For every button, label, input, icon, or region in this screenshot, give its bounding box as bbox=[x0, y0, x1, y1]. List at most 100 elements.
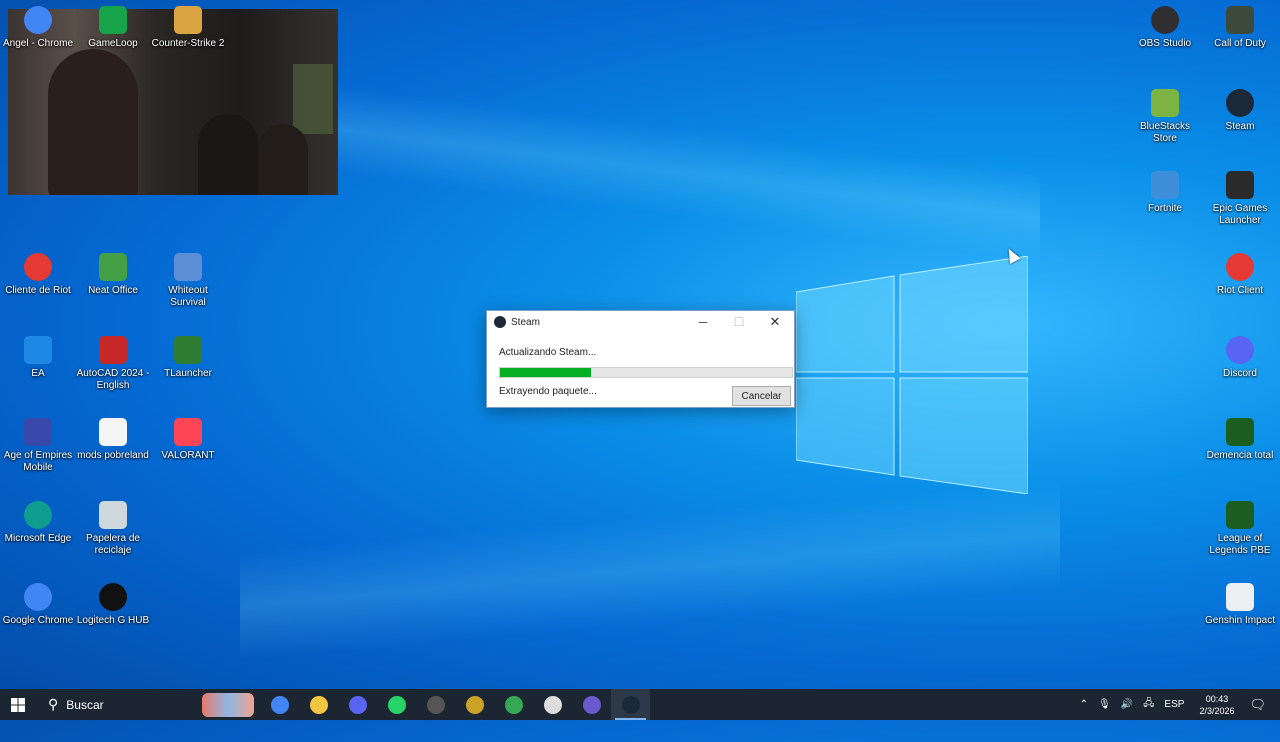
desktop-shortcut[interactable]: Counter-Strike 2 bbox=[150, 6, 226, 50]
taskbar-app-file-explorer[interactable] bbox=[299, 689, 338, 720]
desktop-shortcut[interactable]: League of Legends PBE bbox=[1202, 501, 1278, 557]
taskbar-app-game[interactable] bbox=[455, 689, 494, 720]
desktop-shortcut-label: Genshin Impact bbox=[1204, 615, 1276, 626]
ea-icon bbox=[24, 336, 52, 364]
search-highlight-image bbox=[202, 693, 254, 717]
lol-icon bbox=[1226, 418, 1254, 446]
progress-bar bbox=[499, 367, 793, 378]
desktop-shortcut[interactable]: Riot Client bbox=[1202, 253, 1278, 297]
desktop-shortcut[interactable]: Call of Duty bbox=[1202, 6, 1278, 50]
genshin-icon bbox=[1226, 583, 1254, 611]
desktop-shortcut[interactable]: Discord bbox=[1202, 336, 1278, 380]
desktop-shortcut[interactable]: Papelera de reciclaje bbox=[75, 501, 151, 557]
clock-time: 00:43 bbox=[1205, 693, 1229, 704]
epic-icon bbox=[1226, 171, 1254, 199]
desktop-shortcut-label: AutoCAD 2024 - English bbox=[76, 368, 150, 391]
desktop-shortcut-label: Google Chrome bbox=[2, 615, 74, 626]
steam-update-dialog: Steam ─ ☐ ✕ Actualizando Steam... Extray… bbox=[486, 310, 795, 408]
taskbar-app-discord[interactable] bbox=[338, 689, 377, 720]
minimize-button[interactable]: ─ bbox=[685, 311, 721, 333]
desktop-shortcut[interactable]: Logitech G HUB bbox=[75, 583, 151, 627]
desktop-shortcut[interactable]: Cliente de Riot bbox=[0, 253, 76, 297]
desktop-shortcut[interactable]: Epic Games Launcher bbox=[1202, 171, 1278, 227]
desktop-shortcut[interactable]: Genshin Impact bbox=[1202, 583, 1278, 627]
desktop-shortcut[interactable]: Google Chrome bbox=[0, 583, 76, 627]
edge-icon bbox=[24, 501, 52, 529]
desktop-shortcut-label: mods pobreland bbox=[77, 450, 149, 461]
desktop-shortcut[interactable]: mods pobreland bbox=[75, 418, 151, 462]
desktop-shortcut[interactable]: Fortnite bbox=[1127, 171, 1203, 215]
close-button[interactable]: ✕ bbox=[757, 311, 793, 333]
steam-icon bbox=[1226, 89, 1254, 117]
riot-icon bbox=[24, 253, 52, 281]
neat-office-icon bbox=[99, 253, 127, 281]
desktop-shortcut-label: Neat Office bbox=[88, 285, 138, 296]
taskbar-app-chrome[interactable] bbox=[260, 689, 299, 720]
desktop-shortcut[interactable]: BlueStacks Store bbox=[1127, 89, 1203, 145]
desktop-shortcut-label: OBS Studio bbox=[1138, 38, 1192, 49]
desktop-shortcut-label: Cliente de Riot bbox=[5, 285, 71, 296]
start-button[interactable] bbox=[0, 689, 36, 720]
game-icon bbox=[465, 695, 484, 714]
desktop-shortcut-label: Microsoft Edge bbox=[4, 533, 72, 544]
desktop-shortcut[interactable]: EA bbox=[0, 336, 76, 380]
autocad-icon bbox=[99, 336, 127, 364]
update-status-text: Actualizando Steam... bbox=[499, 347, 597, 358]
steam-icon bbox=[621, 695, 640, 714]
desktop-shortcut[interactable]: Microsoft Edge bbox=[0, 501, 76, 545]
gameloop-icon bbox=[99, 6, 127, 34]
notifications-icon[interactable]: 🗨 bbox=[1249, 697, 1266, 713]
desktop-shortcut-label: Demencia total bbox=[1206, 450, 1274, 461]
desktop-shortcut[interactable]: Angel - Chrome bbox=[0, 6, 76, 50]
network-icon[interactable]: 🖧 bbox=[1143, 696, 1154, 713]
dialog-title: Steam bbox=[511, 316, 540, 328]
taskbar-search[interactable]: ⚲ Buscar bbox=[36, 689, 260, 720]
desktop-shortcut[interactable]: Neat Office bbox=[75, 253, 151, 297]
obs-icon bbox=[1151, 6, 1179, 34]
logitech-icon bbox=[99, 583, 127, 611]
taskbar-app-steam[interactable] bbox=[611, 689, 650, 720]
aoe-icon bbox=[24, 418, 52, 446]
windows-icon bbox=[11, 697, 25, 712]
language-indicator[interactable]: ESP bbox=[1164, 699, 1184, 710]
discord-icon bbox=[1226, 336, 1254, 364]
file-icon bbox=[99, 418, 127, 446]
desktop-shortcut[interactable]: VALORANT bbox=[150, 418, 226, 462]
desktop-shortcut-label: Counter-Strike 2 bbox=[151, 38, 225, 49]
taskbar-app-chrome-profile[interactable] bbox=[494, 689, 533, 720]
chrome-icon bbox=[24, 583, 52, 611]
cortana-icon bbox=[582, 695, 601, 714]
desktop-shortcut[interactable]: Steam bbox=[1202, 89, 1278, 133]
desktop-shortcut-label: Epic Games Launcher bbox=[1212, 203, 1268, 226]
cancel-button[interactable]: Cancelar bbox=[732, 386, 791, 406]
cs2-icon bbox=[174, 6, 202, 34]
desktop-shortcut-label: Logitech G HUB bbox=[76, 615, 150, 626]
taskbar-app-obs[interactable] bbox=[416, 689, 455, 720]
desktop-shortcut[interactable]: Demencia total bbox=[1202, 418, 1278, 462]
update-substatus-text: Extrayendo paquete... bbox=[499, 386, 597, 397]
fortnite-icon bbox=[1151, 171, 1179, 199]
taskbar-app-steelseries[interactable] bbox=[533, 689, 572, 720]
taskbar-app-whatsapp[interactable] bbox=[377, 689, 416, 720]
desktop-shortcut[interactable]: Whiteout Survival bbox=[150, 253, 226, 309]
whiteout-icon bbox=[174, 253, 202, 281]
microphone-icon[interactable]: 🎙 bbox=[1098, 699, 1111, 710]
desktop-shortcut-label: EA bbox=[31, 368, 45, 379]
volume-icon[interactable]: 🔊 bbox=[1121, 699, 1133, 710]
desktop-shortcut[interactable]: GameLoop bbox=[75, 6, 151, 50]
chrome-icon bbox=[24, 6, 52, 34]
taskbar-app-cortana[interactable] bbox=[572, 689, 611, 720]
discord-icon bbox=[348, 695, 367, 714]
desktop-shortcut-label: Whiteout Survival bbox=[168, 285, 208, 308]
dialog-titlebar[interactable]: Steam ─ ☐ ✕ bbox=[487, 311, 794, 333]
desktop-shortcut[interactable]: OBS Studio bbox=[1127, 6, 1203, 50]
desktop-shortcut-label: League of Legends PBE bbox=[1209, 533, 1271, 556]
desktop-shortcut[interactable]: AutoCAD 2024 - English bbox=[75, 336, 151, 392]
desktop-shortcut[interactable]: TLauncher bbox=[150, 336, 226, 380]
desktop-shortcut-label: BlueStacks Store bbox=[1139, 121, 1191, 144]
desktop-shortcut-label: Papelera de reciclaje bbox=[86, 533, 140, 556]
chevron-up-icon[interactable]: ⌃ bbox=[1080, 699, 1088, 710]
clock[interactable]: 00:43 2/3/2026 bbox=[1199, 693, 1234, 717]
desktop-shortcut[interactable]: Age of Empires Mobile bbox=[0, 418, 76, 474]
maximize-button[interactable]: ☐ bbox=[721, 311, 757, 333]
